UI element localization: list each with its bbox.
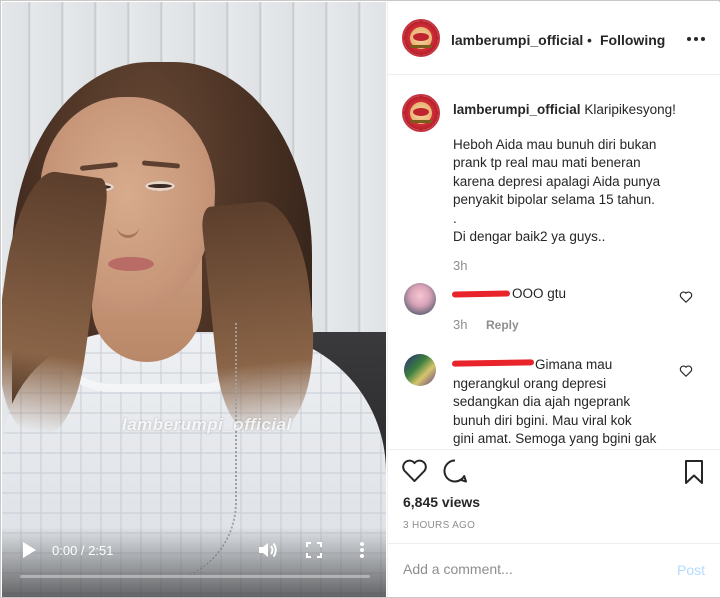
header-separator: • bbox=[587, 32, 592, 48]
profile-avatar[interactable] bbox=[402, 19, 440, 57]
video-player[interactable]: lamberumpi_official 0:00 / 2:51 bbox=[2, 2, 386, 597]
comment-time: 3h bbox=[453, 317, 468, 332]
caption-first-line: lamberumpi_official Klaripikesyong! bbox=[453, 101, 711, 119]
comment-avatar[interactable] bbox=[404, 283, 436, 315]
post-comment-button[interactable]: Post bbox=[677, 562, 705, 578]
video-progress-bar[interactable] bbox=[20, 575, 370, 578]
following-button[interactable]: Following bbox=[600, 32, 665, 48]
video-time: 0:00 / 2:51 bbox=[52, 543, 114, 558]
comment-icon[interactable] bbox=[442, 458, 468, 484]
actions-divider bbox=[388, 449, 720, 450]
more-options-icon[interactable] bbox=[686, 29, 706, 49]
comment-text: OOO gtu bbox=[512, 286, 567, 301]
comment-avatar[interactable] bbox=[404, 354, 436, 386]
caption-body: Heboh Aida mau bunuh diri bukan prank tp… bbox=[453, 137, 661, 245]
heart-icon[interactable] bbox=[401, 458, 428, 483]
views-count[interactable]: 6,845 views bbox=[403, 494, 480, 510]
fullscreen-icon[interactable] bbox=[305, 541, 323, 559]
avatar-lips-logo bbox=[413, 33, 429, 41]
avatar-logo-text bbox=[410, 45, 432, 48]
caption-time: 3h bbox=[453, 258, 468, 273]
comment-like-icon[interactable] bbox=[679, 364, 693, 378]
post-side-panel: lamberumpi_official • Following lamberum… bbox=[387, 2, 720, 597]
video-watermark: lamberumpi_official bbox=[122, 415, 292, 434]
post-timestamp[interactable]: 3 HOURS AGO bbox=[403, 520, 475, 531]
reply-button[interactable]: Reply bbox=[486, 318, 519, 332]
avatar-logo-text bbox=[410, 120, 432, 123]
video-person-nose bbox=[117, 202, 139, 238]
bookmark-icon[interactable] bbox=[684, 459, 704, 485]
header-username-link[interactable]: lamberumpi_official bbox=[451, 32, 583, 48]
caption-username-link[interactable]: lamberumpi_official bbox=[453, 102, 581, 117]
video-person-lips bbox=[108, 257, 154, 271]
caption-title: Klaripikesyong! bbox=[584, 102, 676, 117]
play-icon[interactable] bbox=[20, 540, 38, 560]
comment-like-icon[interactable] bbox=[679, 290, 693, 304]
video-more-options-icon[interactable] bbox=[355, 540, 369, 560]
instagram-post-window: lamberumpi_official 0:00 / 2:51 lamberum… bbox=[0, 0, 720, 598]
video-controls-bar bbox=[2, 527, 386, 597]
add-comment-input[interactable] bbox=[403, 558, 663, 580]
avatar-lips-logo bbox=[413, 108, 429, 116]
redacted-username bbox=[451, 290, 511, 298]
comment-divider bbox=[388, 543, 720, 544]
caption-avatar[interactable] bbox=[402, 94, 440, 132]
video-person-eye-right bbox=[145, 181, 175, 191]
header-divider bbox=[388, 74, 720, 75]
comment-text: Gimana mau ngerangkul orang depresi seda… bbox=[453, 356, 683, 449]
comment-body: Gimana mau ngerangkul orang depresi seda… bbox=[453, 357, 657, 447]
volume-icon[interactable] bbox=[257, 540, 279, 560]
